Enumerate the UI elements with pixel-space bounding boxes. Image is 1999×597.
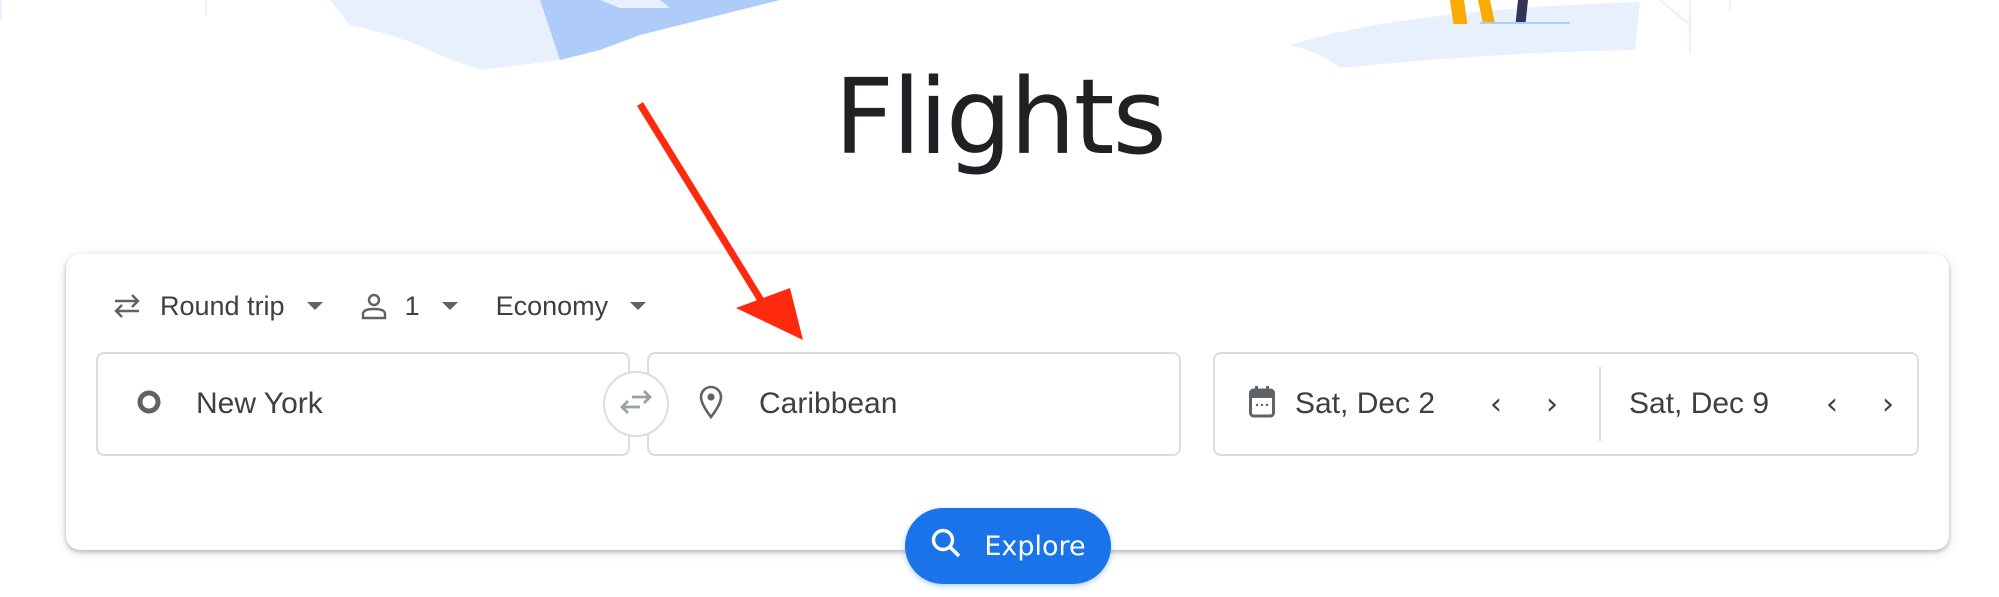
return-prev-day-button[interactable]: ‹ xyxy=(1817,387,1847,422)
swap-icon xyxy=(618,388,654,421)
chevron-down-icon xyxy=(306,302,323,310)
passengers-count: 1 xyxy=(404,290,420,321)
cabin-class-dropdown[interactable]: Economy xyxy=(496,291,647,322)
chevron-down-icon xyxy=(441,302,458,310)
return-date-value: Sat, Dec 9 xyxy=(1629,387,1770,420)
dates-field: Sat, Dec 2 ‹ › Sat, Dec 9 ‹ › xyxy=(1213,352,1919,456)
origin-value: New York xyxy=(196,387,323,420)
swap-arrows-icon xyxy=(112,292,142,320)
departure-next-day-button[interactable]: › xyxy=(1537,387,1567,422)
chevron-down-icon xyxy=(630,302,647,310)
destination-value: Caribbean xyxy=(759,387,898,420)
explore-button[interactable]: Explore xyxy=(905,508,1111,584)
destination-field[interactable]: Caribbean xyxy=(647,352,1181,456)
calendar-icon xyxy=(1249,385,1275,424)
departure-prev-day-button[interactable]: ‹ xyxy=(1481,387,1511,422)
search-icon xyxy=(930,527,984,566)
search-options: Round trip 1 Economy xyxy=(112,284,684,328)
circle-icon xyxy=(136,389,162,420)
origin-field[interactable]: New York xyxy=(96,352,630,456)
departure-date-value: Sat, Dec 2 xyxy=(1295,387,1436,420)
location-pin-icon xyxy=(699,385,723,424)
explore-label: Explore xyxy=(984,530,1086,562)
swap-locations-button[interactable] xyxy=(603,371,669,437)
departure-date-segment[interactable]: Sat, Dec 2 ‹ › xyxy=(1215,367,1601,441)
return-date-segment[interactable]: Sat, Dec 9 ‹ › xyxy=(1601,354,1903,454)
return-next-day-button[interactable]: › xyxy=(1873,387,1903,422)
person-icon xyxy=(361,292,387,320)
trip-type-dropdown[interactable]: Round trip xyxy=(112,291,323,322)
flight-search-card: Round trip 1 Economy New York Caribbean xyxy=(66,254,1949,550)
trip-type-label: Round trip xyxy=(160,290,285,321)
page-title: Flights xyxy=(834,56,1167,178)
cabin-class-label: Economy xyxy=(495,290,609,321)
passengers-dropdown[interactable]: 1 xyxy=(361,291,458,322)
